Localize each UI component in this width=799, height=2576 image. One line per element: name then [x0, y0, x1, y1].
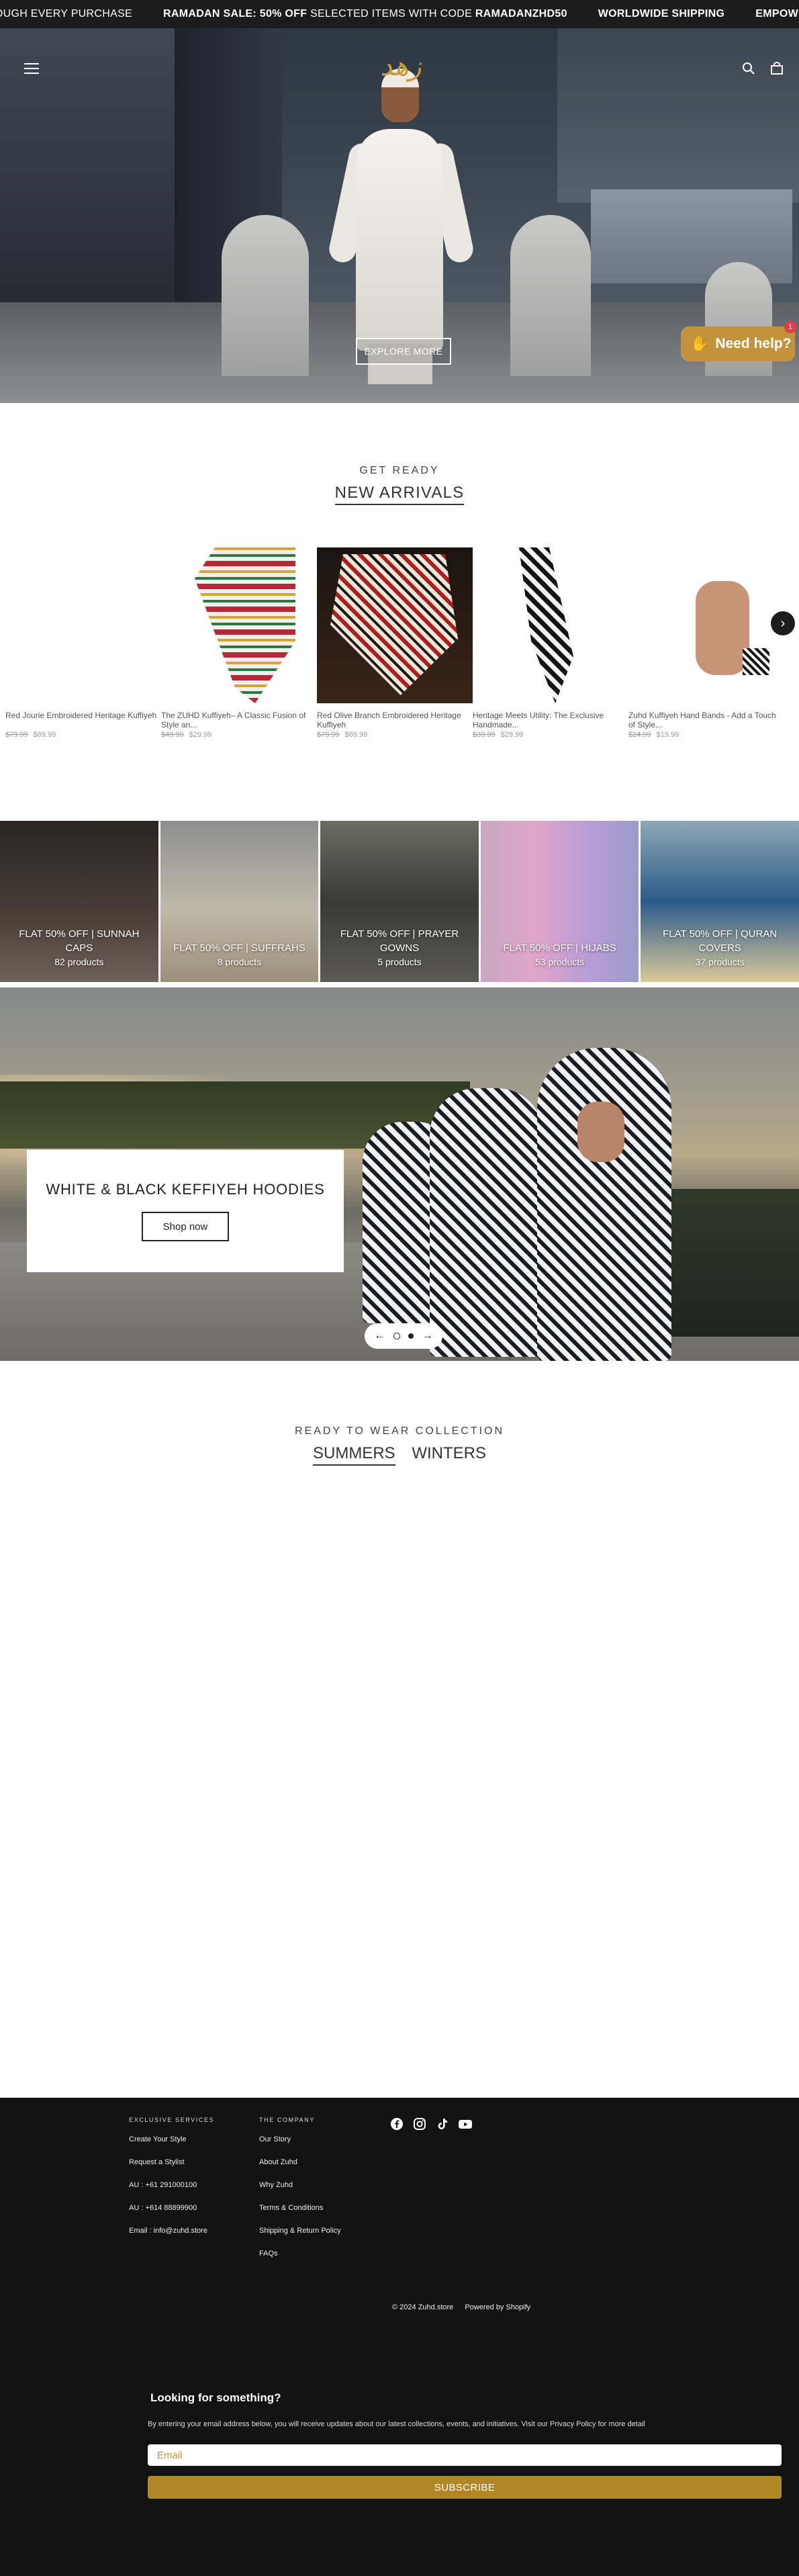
product-name[interactable]: Heritage Meets Utility: The Exclusive Ha… [473, 711, 628, 729]
product-price: $79.99 $69.99 [5, 731, 56, 739]
product-image[interactable] [5, 547, 161, 703]
carousel-next-button[interactable]: › [771, 611, 795, 635]
footer-link[interactable]: Why Zuhd [259, 2181, 341, 2189]
youtube-icon[interactable] [458, 2117, 473, 2131]
arrow-left-icon[interactable]: ← [374, 1330, 385, 1342]
cart-icon[interactable] [770, 62, 784, 75]
product-image[interactable] [473, 547, 628, 703]
newsletter-title: Looking for something? [150, 2391, 281, 2404]
footer-link[interactable]: Terms & Conditions [259, 2204, 341, 2212]
tab-summers[interactable]: SUMMERS [312, 1444, 395, 1466]
product-price: $79.99 $69.99 [317, 731, 368, 739]
slide-dot-active[interactable] [408, 1333, 414, 1339]
footer-link[interactable]: AU : +61 291000100 [129, 2181, 214, 2189]
product-price: $24.99 $19.99 [628, 731, 679, 739]
footer-link[interactable]: Create Your Style [129, 2135, 214, 2143]
announcement-item: RAMADAN SALE: 50% OFF SELECTED ITEMS WIT… [163, 8, 567, 19]
slide-caption-card: WHITE & BLACK KEFFIYEH HOODIES Shop now [27, 1150, 344, 1272]
category-count: 53 products [534, 957, 585, 967]
product-price: $39.99 $29.99 [473, 731, 524, 739]
tab-winters[interactable]: WINTERS [412, 1444, 486, 1464]
notification-badge: 1 [784, 321, 796, 333]
social-links [389, 2117, 473, 2131]
arrivals-subtitle: GET READY [359, 465, 440, 476]
instagram-icon[interactable] [412, 2117, 427, 2131]
help-chat-button[interactable]: ✋ Need help? [681, 326, 795, 361]
subscribe-button[interactable]: SUBSCRIBE [148, 2476, 782, 2499]
collection-tabs: SUMMERS WINTERS [0, 1444, 799, 1466]
category-tile-prayer-gowns[interactable]: FLAT 50% OFF | PRAYER GOWNS 5 products [320, 821, 479, 982]
category-grid: FLAT 50% OFF | SUNNAH CAPS 82 products F… [0, 821, 799, 982]
shop-now-button[interactable]: Shop now [142, 1212, 229, 1241]
powered-by-link[interactable]: Powered by Shopify [465, 2303, 530, 2311]
explore-more-button[interactable]: EXPLORE MORE [356, 338, 451, 365]
category-title: FLAT 50% OFF | HIJABS [503, 942, 616, 954]
copyright: © 2024 Zuhd.store Powered by Shopify [392, 2303, 540, 2311]
newsletter-description: By entering your email address below, yo… [148, 2420, 645, 2428]
slide-heading: WHITE & BLACK KEFFIYEH HOODIES [46, 1181, 325, 1198]
ready-to-wear-subtitle: READY TO WEAR COLLECTION [294, 1425, 505, 1437]
announcement-item: EMPOWER COMMU [755, 8, 799, 19]
footer-heading: EXCLUSIVE SERVICES [129, 2117, 215, 2123]
product-name[interactable]: Red Jourie Embroidered Heritage Kuffiyeh [5, 711, 161, 729]
slide-dot[interactable] [393, 1333, 400, 1339]
category-title: FLAT 50% OFF | QURAN COVERS [663, 928, 778, 954]
announcement-item: ROUGH EVERY PURCHASE [0, 8, 133, 19]
product-image[interactable] [161, 547, 317, 703]
search-icon[interactable] [742, 62, 755, 75]
category-title: FLAT 50% OFF | SUNNAH CAPS [19, 928, 140, 954]
help-label: Need help? [715, 336, 792, 351]
footer-link[interactable]: Our Story [259, 2135, 341, 2143]
product-card[interactable]: Red Olive Branch Embroidered Heritage Ku… [317, 547, 473, 739]
arrivals-title: NEW ARRIVALS [0, 484, 799, 505]
category-tile-hijabs[interactable]: FLAT 50% OFF | HIJABS 53 products [480, 821, 639, 982]
category-tile-sunnah-caps[interactable]: FLAT 50% OFF | SUNNAH CAPS 82 products [0, 821, 158, 982]
product-name[interactable]: Zuhd Kuffiyeh Hand Bands - Add a Touch o… [628, 711, 784, 729]
announcement-item: WORLDWIDE SHIPPING [598, 8, 725, 19]
footer-link[interactable]: About Zuhd [259, 2158, 341, 2166]
product-card[interactable]: Zuhd Kuffiyeh Hand Bands - Add a Touch o… [628, 547, 784, 739]
product-image[interactable] [628, 547, 784, 703]
wave-hand-icon: ✋ [690, 335, 709, 352]
footer-link[interactable]: Request a Stylist [129, 2158, 214, 2166]
category-tile-suffrahs[interactable]: FLAT 50% OFF | SUFFRAHS 8 products [160, 821, 319, 982]
copyright-text: © 2024 Zuhd.store [392, 2303, 454, 2311]
category-count: 5 products [377, 957, 422, 967]
footer-column-company: THE COMPANY Our Story About Zuhd Why Zuh… [259, 2117, 341, 2272]
category-title: FLAT 50% OFF | SUFFRAHS [173, 942, 306, 954]
category-title: FLAT 50% OFF | PRAYER GOWNS [340, 928, 459, 954]
category-count: 8 products [217, 957, 262, 967]
arrow-right-icon[interactable]: → [422, 1330, 433, 1342]
footer-column-services: EXCLUSIVE SERVICES Create Your Style Req… [129, 2117, 214, 2250]
product-card[interactable]: Heritage Meets Utility: The Exclusive Ha… [473, 547, 628, 739]
email-input[interactable]: Email [148, 2444, 782, 2466]
product-card[interactable]: The ZUHD Kuffiyeh– A Classic Fusion of S… [161, 547, 317, 739]
product-card[interactable]: Red Jourie Embroidered Heritage Kuffiyeh… [5, 547, 161, 739]
footer-link[interactable]: Email : info@zuhd.store [129, 2227, 214, 2235]
category-count: 37 products [695, 957, 745, 967]
brand-logo[interactable]: زهد [376, 46, 426, 87]
tiktok-icon[interactable] [435, 2117, 450, 2131]
product-price: $49.99 $29.99 [161, 731, 212, 739]
site-footer: EXCLUSIVE SERVICES Create Your Style Req… [0, 2098, 799, 2576]
footer-heading: THE COMPANY [259, 2117, 315, 2123]
footer-link[interactable]: Shipping & Return Policy [259, 2227, 341, 2235]
category-count: 82 products [54, 957, 104, 967]
announcement-bar: ROUGH EVERY PURCHASE RAMADAN SALE: 50% O… [0, 0, 799, 28]
menu-icon[interactable] [24, 63, 39, 74]
slideshow-controls: ← → [365, 1323, 442, 1349]
product-image[interactable] [317, 547, 473, 703]
footer-link[interactable]: FAQs [259, 2250, 341, 2258]
category-tile-quran-covers[interactable]: FLAT 50% OFF | QURAN COVERS 37 products [641, 821, 799, 982]
facebook-icon[interactable] [389, 2117, 404, 2131]
footer-link[interactable]: AU : +614 88899900 [129, 2204, 214, 2212]
product-name[interactable]: Red Olive Branch Embroidered Heritage Ku… [317, 711, 473, 729]
product-name[interactable]: The ZUHD Kuffiyeh– A Classic Fusion of S… [161, 711, 317, 729]
